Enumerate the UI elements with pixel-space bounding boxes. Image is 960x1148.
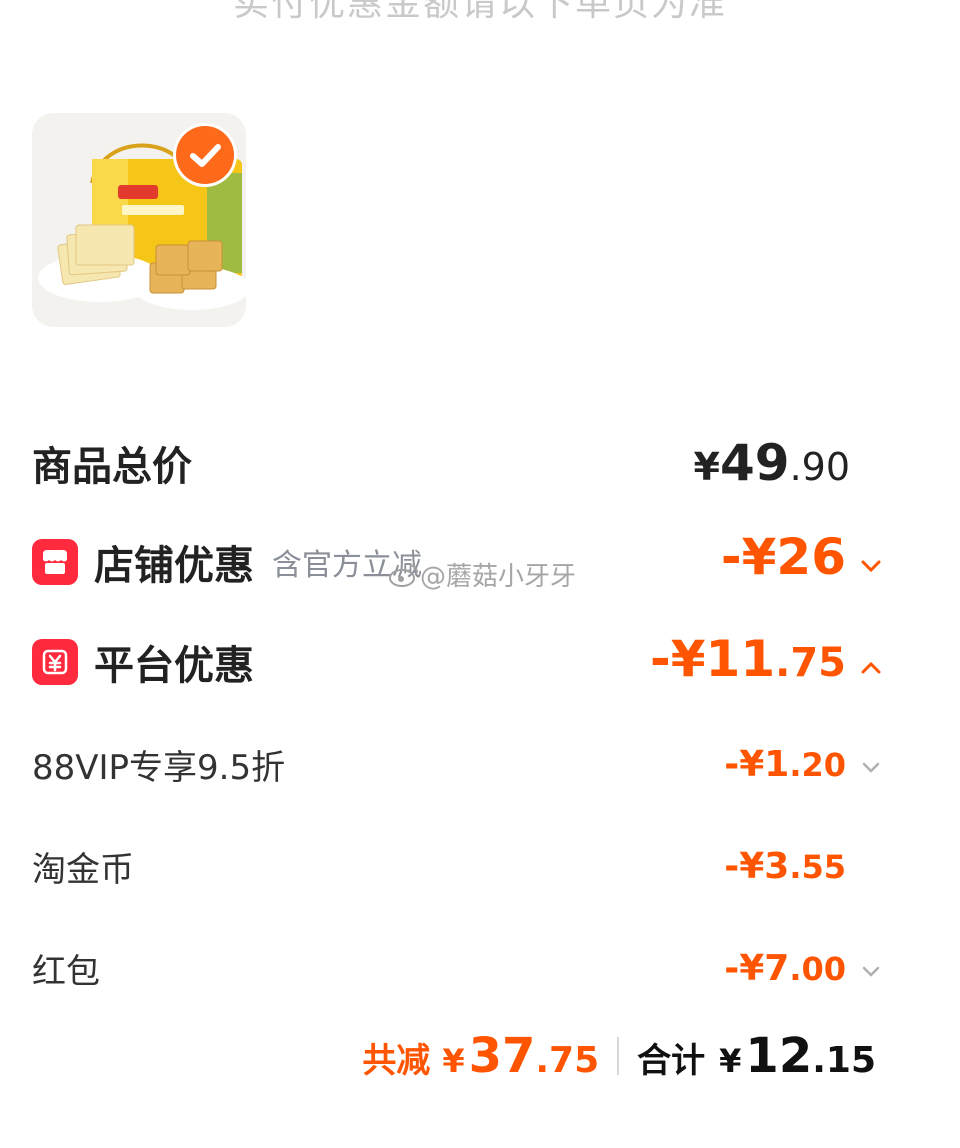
discount-item-taojinbi: 淘金币 -¥3.55 xyxy=(32,842,928,892)
shop-discount-label: 店铺优惠 xyxy=(94,543,254,589)
weibo-icon xyxy=(389,563,418,587)
grand-total-amount: 12 xyxy=(745,1028,813,1084)
top-hint-text: 实付优惠金额请以下单页为准 xyxy=(232,0,727,24)
chevron-down-icon[interactable] xyxy=(858,760,884,776)
order-summary: 共减 ¥ 37 .75 合计 ¥ 12 .15 xyxy=(362,1028,876,1084)
discount-item-amount: -¥7.00 xyxy=(724,948,884,989)
chevron-down-icon[interactable] xyxy=(858,964,884,980)
discount-item-label: 红包 xyxy=(32,952,100,992)
divider xyxy=(617,1037,620,1075)
discount-item-label: 88VIP专享9.5折 xyxy=(32,748,286,788)
price-total-row: 商品总价 ¥49.90 xyxy=(32,434,928,492)
total-saved-label: 共减 xyxy=(362,1041,431,1081)
discount-item-label: 淘金币 xyxy=(32,850,134,890)
discount-item-amount: -¥1.20 xyxy=(724,744,884,785)
platform-discount-label: 平台优惠 xyxy=(94,643,254,689)
discount-item-hongbao[interactable]: 红包 -¥7.00 xyxy=(32,944,928,994)
price-total-value: ¥49.90 xyxy=(693,434,850,492)
selected-check-icon[interactable] xyxy=(176,126,234,184)
watermark: @蘑菇小牙牙 xyxy=(388,556,576,593)
discount-item-88vip[interactable]: 88VIP专享9.5折 -¥1.20 xyxy=(32,740,928,790)
grand-total-label: 合计 xyxy=(637,1041,706,1081)
total-saved-amount: 37 xyxy=(468,1028,536,1084)
price-total-label: 商品总价 xyxy=(32,444,192,490)
yuan-tag-icon xyxy=(32,639,78,685)
shop-discount-amount: -¥26 xyxy=(721,528,884,586)
platform-discount-row[interactable]: 平台优惠 -¥11.75 xyxy=(32,630,928,690)
discount-item-amount: -¥3.55 xyxy=(724,846,846,887)
chevron-down-icon[interactable] xyxy=(858,558,884,574)
chevron-up-icon[interactable] xyxy=(858,660,884,676)
shop-icon xyxy=(32,539,78,585)
platform-discount-amount: -¥11.75 xyxy=(650,630,884,688)
